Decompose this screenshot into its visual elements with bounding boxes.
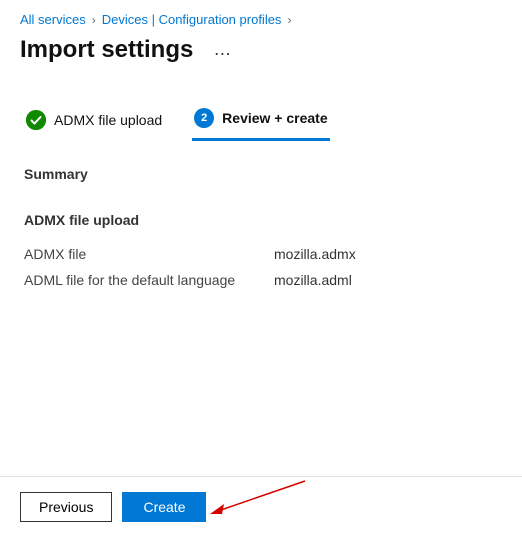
page-header: Import settings …: [0, 33, 522, 74]
section-heading: ADMX file upload: [24, 212, 498, 228]
chevron-right-icon: ›: [287, 13, 291, 27]
summary-key: ADMX file: [24, 246, 274, 262]
tab-label: Review + create: [222, 110, 327, 126]
tab-admx-file-upload[interactable]: ADMX file upload: [24, 104, 164, 141]
more-actions-button[interactable]: …: [207, 35, 238, 64]
create-button[interactable]: Create: [122, 492, 206, 522]
breadcrumb: All services › Devices | Configuration p…: [0, 0, 522, 33]
summary-key: ADML file for the default language: [24, 272, 274, 288]
footer: Previous Create: [0, 476, 522, 537]
summary-heading: Summary: [24, 166, 498, 182]
previous-button[interactable]: Previous: [20, 492, 112, 522]
summary-value: mozilla.adml: [274, 272, 352, 288]
tab-label: ADMX file upload: [54, 112, 162, 128]
annotation-arrow: [210, 479, 310, 519]
wizard-tabs: ADMX file upload 2 Review + create: [0, 74, 522, 141]
summary-value: mozilla.admx: [274, 246, 356, 262]
summary-area: Summary ADMX file upload ADMX file mozil…: [0, 141, 522, 323]
tab-review-create[interactable]: 2 Review + create: [192, 104, 329, 141]
page-title: Import settings: [20, 36, 193, 64]
summary-row: ADMX file mozilla.admx: [24, 246, 498, 262]
chevron-right-icon: ›: [92, 13, 96, 27]
breadcrumb-item-devices-config-profiles[interactable]: Devices | Configuration profiles: [102, 12, 282, 27]
summary-row: ADML file for the default language mozil…: [24, 272, 498, 288]
breadcrumb-item-all-services[interactable]: All services: [20, 12, 86, 27]
check-icon: [26, 110, 46, 130]
step-number-badge: 2: [194, 108, 214, 128]
